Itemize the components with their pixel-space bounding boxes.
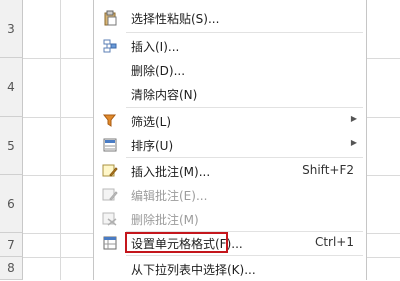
delete-comment-icon xyxy=(102,211,118,227)
sort-icon xyxy=(102,137,118,153)
menu-item-insert[interactable]: 插入(I)... xyxy=(94,34,366,58)
menu-separator xyxy=(126,157,363,158)
menu-item-paste-special[interactable]: 选择性粘贴(S)... xyxy=(94,6,366,30)
menu-item-pick-from-dropdown[interactable]: 从下拉列表中选择(K)... xyxy=(94,257,366,281)
row-header-4[interactable]: 4 xyxy=(0,58,23,117)
menu-item-label: 删除(D)... xyxy=(131,64,186,78)
row-header-3[interactable]: 3 xyxy=(0,0,23,58)
menu-item-insert-comment[interactable]: 插入批注(M)... Shift+F2 xyxy=(94,159,366,183)
menu-item-label: 编辑批注(E)... xyxy=(131,189,208,203)
menu-item-label: 删除批注(M) xyxy=(131,213,199,227)
menu-separator xyxy=(126,32,363,33)
menu-item-label: 清除内容(N) xyxy=(131,88,198,102)
row-header-8[interactable]: 8 xyxy=(0,257,23,280)
menu-item-delete-comment: 删除批注(M) xyxy=(94,207,366,231)
menu-item-delete[interactable]: 删除(D)... xyxy=(94,58,366,82)
column-gridline xyxy=(60,0,61,280)
menu-item-sort[interactable]: 排序(U) ▶ xyxy=(94,133,366,157)
insert-icon xyxy=(102,38,118,54)
format-cells-icon xyxy=(102,235,118,251)
menu-separator xyxy=(126,107,363,108)
menu-item-clear-contents[interactable]: 清除内容(N) xyxy=(94,82,366,106)
paste-icon xyxy=(102,10,118,26)
menu-item-label: 插入批注(M)... xyxy=(131,165,211,179)
menu-item-label: 排序(U) xyxy=(131,139,174,153)
menu-item-label: 筛选(L) xyxy=(131,115,172,129)
submenu-arrow-icon: ▶ xyxy=(350,114,357,123)
menu-item-filter[interactable]: 筛选(L) ▶ xyxy=(94,109,366,133)
menu-item-label: 选择性粘贴(S)... xyxy=(131,12,220,26)
row-header-6[interactable]: 6 xyxy=(0,175,23,233)
menu-item-label: 从下拉列表中选择(K)... xyxy=(131,263,256,277)
edit-comment-icon xyxy=(102,187,118,203)
menu-item-shortcut: Ctrl+1 xyxy=(314,235,354,249)
context-menu: 选择性粘贴(S)... 插入(I)... 删除(D)... 清除内容(N) 筛选… xyxy=(93,0,367,280)
submenu-arrow-icon: ▶ xyxy=(350,138,357,147)
row-header-7[interactable]: 7 xyxy=(0,233,23,257)
menu-separator xyxy=(126,255,363,256)
highlight-box xyxy=(125,232,228,253)
menu-item-edit-comment: 编辑批注(E)... xyxy=(94,183,366,207)
insert-comment-icon xyxy=(102,163,118,179)
menu-item-format-cells[interactable]: 设置单元格格式(F)... Ctrl+1 xyxy=(94,231,366,255)
menu-item-shortcut: Shift+F2 xyxy=(302,163,354,177)
filter-icon xyxy=(102,113,118,129)
row-header-5[interactable]: 5 xyxy=(0,117,23,175)
menu-item-label: 插入(I)... xyxy=(131,40,180,54)
